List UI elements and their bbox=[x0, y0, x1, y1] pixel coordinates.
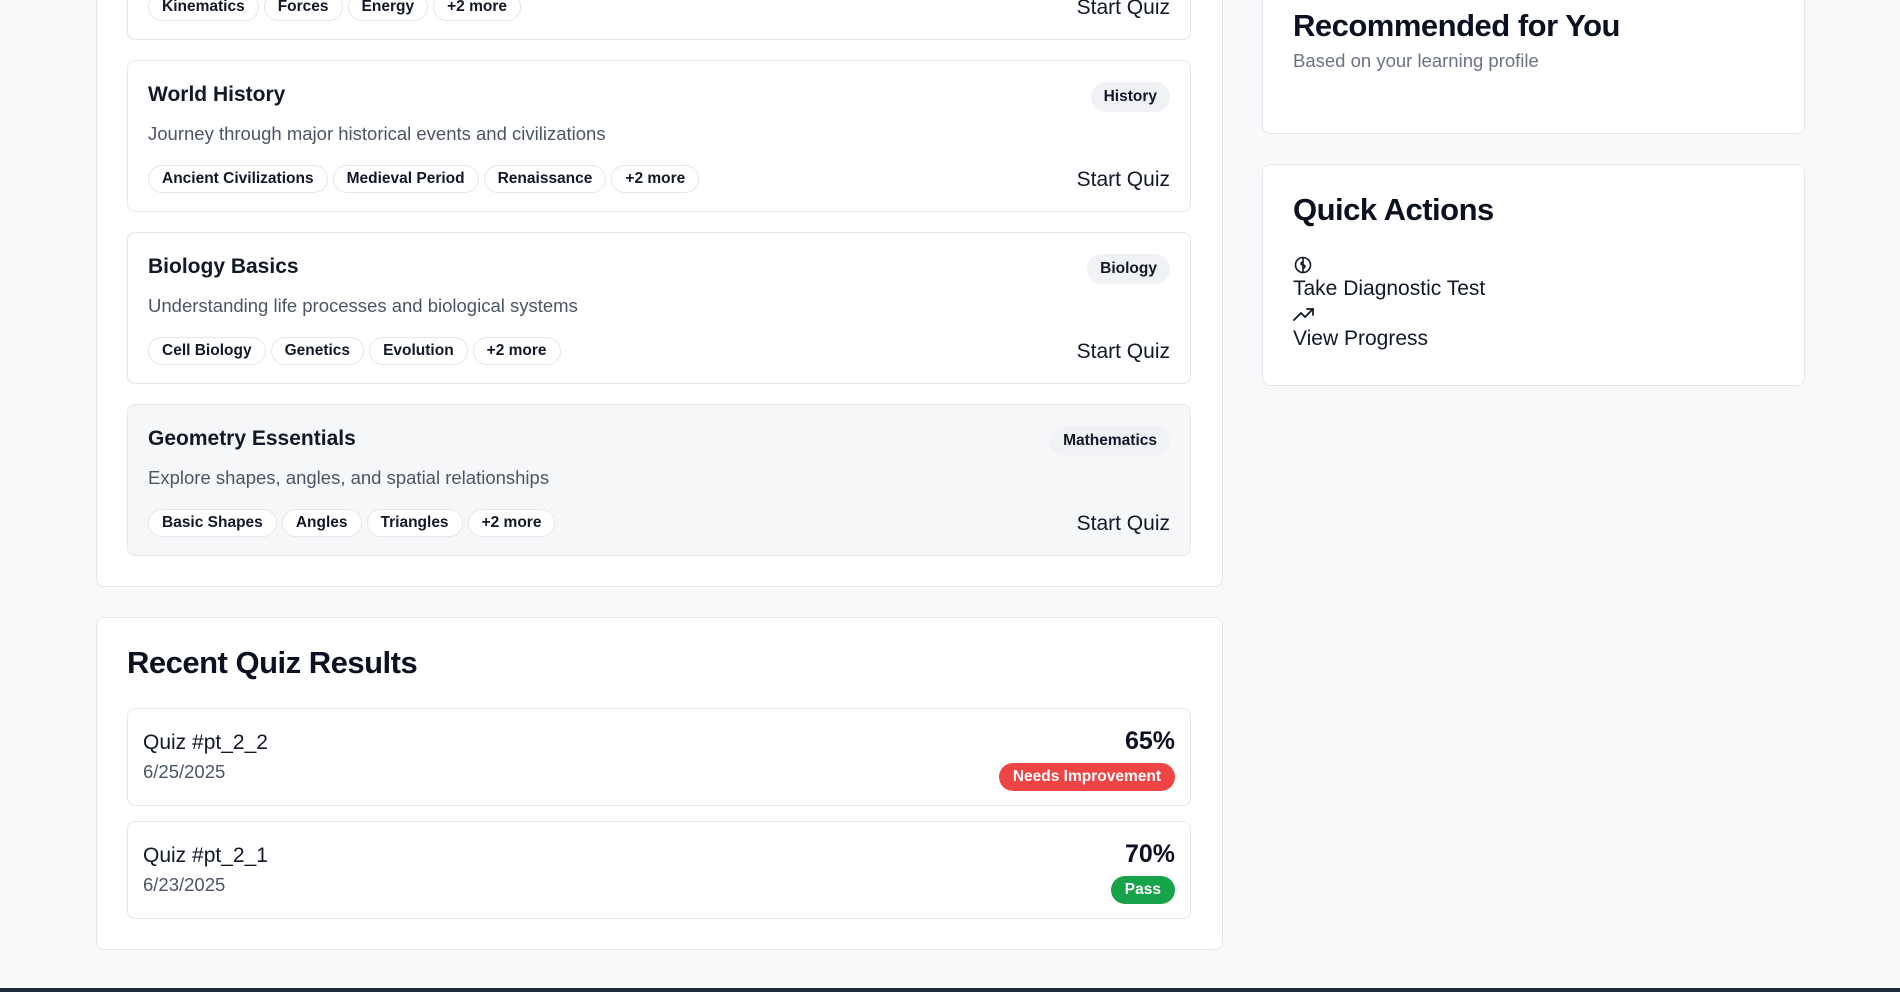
topic-tag: Angles bbox=[281, 509, 362, 537]
recommended-subtitle: Based on your learning profile bbox=[1293, 50, 1539, 71]
view-progress-button[interactable]: View Progress bbox=[1293, 327, 1428, 351]
result-row[interactable]: Quiz #pt_2_1 6/23/2025 70% Pass bbox=[127, 821, 1191, 919]
result-row[interactable]: Quiz #pt_2_2 6/25/2025 65% Needs Improve… bbox=[127, 708, 1191, 806]
topic-tag: Renaissance bbox=[483, 165, 607, 193]
quiz-description: Journey through major historical events … bbox=[148, 123, 606, 144]
more-topics-tag: +2 more bbox=[611, 165, 700, 193]
topic-tag: Forces bbox=[263, 0, 343, 21]
status-badge: Pass bbox=[1110, 876, 1175, 904]
recent-results-title: Recent Quiz Results bbox=[127, 645, 418, 680]
category-badge: Biology bbox=[1087, 254, 1170, 284]
topic-tag: Energy bbox=[347, 0, 429, 21]
trending-up-icon[interactable] bbox=[1293, 307, 1315, 328]
category-badge: History bbox=[1090, 82, 1170, 112]
topic-list: Basic Shapes Angles Triangles +2 more bbox=[148, 509, 556, 537]
result-quiz-name: Quiz #pt_2_1 bbox=[143, 844, 268, 867]
start-quiz-button[interactable]: Start Quiz bbox=[1077, 509, 1170, 539]
quiz-description: Explore shapes, angles, and spatial rela… bbox=[148, 467, 550, 488]
start-quiz-button[interactable]: Start Quiz bbox=[1077, 165, 1170, 195]
quiz-title: World History bbox=[148, 83, 286, 106]
status-badge: Needs Improvement bbox=[998, 763, 1175, 791]
topic-tag: Basic Shapes bbox=[148, 509, 277, 537]
topic-list: Cell Biology Genetics Evolution +2 more bbox=[148, 337, 561, 365]
quiz-card[interactable]: Kinematics Forces Energy +2 more Start Q… bbox=[127, 0, 1191, 40]
quiz-card[interactable]: Biology Basics Biology Understanding lif… bbox=[127, 232, 1191, 384]
footer-edge bbox=[0, 988, 1900, 992]
more-topics-tag: +2 more bbox=[467, 509, 556, 537]
topic-tag: Genetics bbox=[270, 337, 365, 365]
start-quiz-button[interactable]: Start Quiz bbox=[1077, 0, 1170, 23]
topic-tag: Evolution bbox=[369, 337, 468, 365]
result-quiz-name: Quiz #pt_2_2 bbox=[143, 731, 268, 754]
result-date: 6/25/2025 bbox=[143, 761, 226, 782]
more-topics-tag: +2 more bbox=[433, 0, 521, 21]
category-badge: Mathematics bbox=[1050, 426, 1170, 456]
topic-tag: Triangles bbox=[366, 509, 463, 537]
quiz-card[interactable]: World History History Journey through ma… bbox=[127, 60, 1191, 212]
result-date: 6/23/2025 bbox=[143, 874, 226, 895]
result-score: 65% bbox=[1124, 727, 1175, 755]
start-quiz-button[interactable]: Start Quiz bbox=[1077, 337, 1170, 367]
quick-actions-title: Quick Actions bbox=[1293, 192, 1494, 227]
topic-tag: Kinematics bbox=[148, 0, 259, 21]
recommended-title: Recommended for You bbox=[1293, 8, 1620, 43]
quiz-title: Biology Basics bbox=[148, 255, 299, 278]
quiz-title: Geometry Essentials bbox=[148, 427, 356, 450]
topic-list: Kinematics Forces Energy +2 more bbox=[148, 0, 521, 21]
quiz-description: Understanding life processes and biologi… bbox=[148, 295, 578, 316]
topic-tag: Medieval Period bbox=[332, 165, 479, 193]
more-topics-tag: +2 more bbox=[472, 337, 561, 365]
result-score: 70% bbox=[1124, 840, 1175, 868]
topic-list: Ancient Civilizations Medieval Period Re… bbox=[148, 165, 700, 193]
quiz-card[interactable]: Geometry Essentials Mathematics Explore … bbox=[127, 404, 1191, 556]
topic-tag: Cell Biology bbox=[148, 337, 266, 365]
topic-tag: Ancient Civilizations bbox=[148, 165, 328, 193]
take-diagnostic-test-button[interactable]: Take Diagnostic Test bbox=[1293, 277, 1485, 301]
